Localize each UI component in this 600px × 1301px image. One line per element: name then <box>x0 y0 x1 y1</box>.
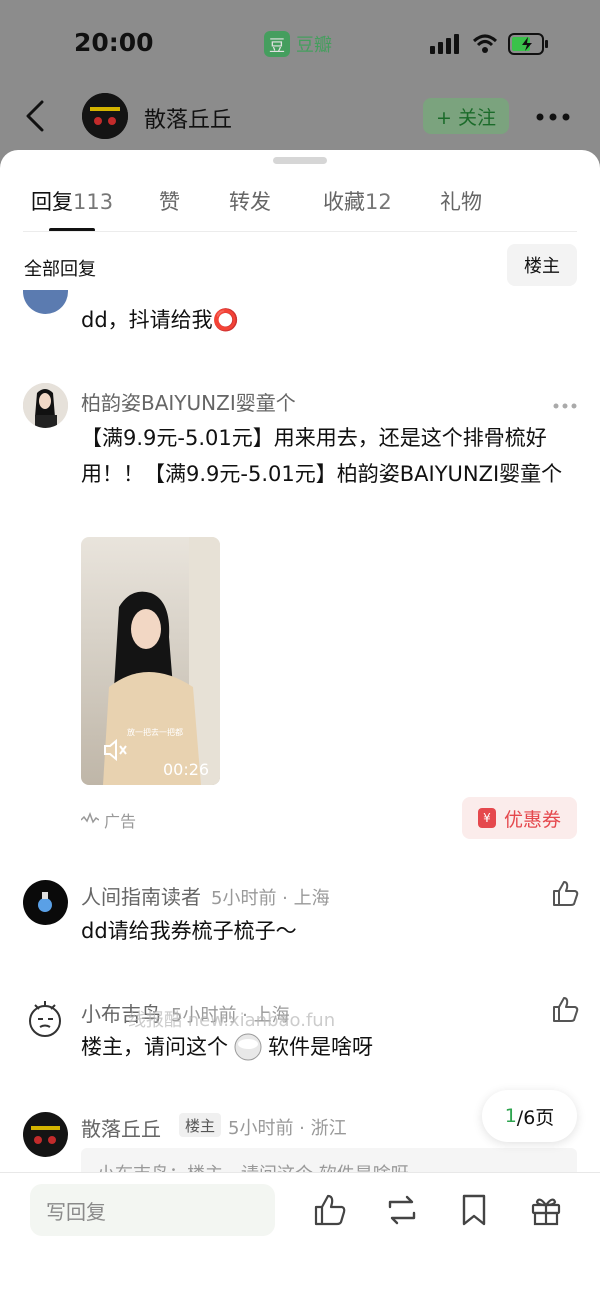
tab-collections-count: 12 <box>365 190 392 214</box>
commenter-name[interactable]: 人间指南读者 <box>81 881 201 910</box>
page-indicator[interactable]: 1/6页 <box>482 1090 577 1142</box>
video-frame <box>103 537 220 785</box>
reply-input[interactable]: 写回复 <box>30 1184 275 1236</box>
avatar[interactable] <box>23 997 68 1042</box>
comment-text: 楼主，请问这个 软件是啥呀 <box>81 1033 373 1061</box>
comment-meta: 5小时前 · 浙江 <box>228 1118 347 1139</box>
tab-likes[interactable]: 赞 <box>159 186 180 216</box>
avatar[interactable] <box>23 383 68 428</box>
coupon-label: 优惠券 <box>503 808 561 831</box>
comment-meta: 5小时前 · 上海 <box>211 888 330 909</box>
tab-gifts[interactable]: 礼物 <box>440 186 482 216</box>
comment-text: 【满9.9元-5.01元】用来用去，还是这个排骨梳好用！！【满9.9元-5.01… <box>81 426 563 486</box>
follow-button[interactable]: + 关注 <box>423 98 509 134</box>
mute-icon[interactable] <box>103 738 129 762</box>
watermark: 线报酷 new.xianbao.fun <box>128 1010 336 1031</box>
app-badge: 豆 豆瓣 <box>264 30 332 58</box>
douban-app-icon: 豆 <box>264 31 290 57</box>
ad-signal-icon <box>81 812 99 824</box>
commenter-name[interactable]: 散落丘丘 <box>81 1113 161 1142</box>
like-icon[interactable] <box>313 1193 347 1227</box>
status-bar: 20:00 豆 豆瓣 <box>0 0 600 90</box>
commenter-name[interactable]: 柏韵姿BAIYUNZI婴童个 <box>81 387 296 416</box>
author-avatar-image <box>82 93 128 139</box>
coupon-button[interactable]: ¥ 优惠券 <box>462 797 577 839</box>
repost-icon[interactable] <box>385 1193 419 1227</box>
tab-reposts[interactable]: 转发 <box>229 186 271 216</box>
ad-label: 广告 <box>104 812 137 831</box>
like-icon[interactable] <box>551 879 579 907</box>
wifi-icon <box>472 34 498 53</box>
bookmark-icon[interactable] <box>457 1193 491 1227</box>
gift-icon[interactable] <box>529 1193 563 1227</box>
more-icon[interactable] <box>536 113 570 121</box>
avatar-image <box>31 1126 60 1144</box>
rice-bowl-emoji-icon <box>234 1033 262 1061</box>
coupon-icon: ¥ <box>477 808 496 828</box>
status-time: 20:00 <box>74 28 154 57</box>
tab-replies[interactable]: 回复113 <box>31 186 113 216</box>
avatar[interactable] <box>23 880 68 925</box>
tab-collections[interactable]: 收藏12 <box>323 186 392 216</box>
sheet-handle[interactable] <box>273 157 327 164</box>
like-icon[interactable] <box>551 995 579 1023</box>
avatar-image <box>38 892 52 912</box>
comment-header: 人间指南读者 5小时前 · 上海 <box>81 881 330 910</box>
video-caption: 放一把去一把都 <box>127 728 183 737</box>
back-icon[interactable] <box>22 98 52 138</box>
ad-video[interactable]: 放一把去一把都 <box>81 537 220 785</box>
video-duration: 00:26 <box>163 760 210 779</box>
current-page: 1 <box>504 1105 517 1127</box>
avatar[interactable] <box>23 1112 68 1157</box>
avatar-image <box>29 1001 61 1037</box>
app-badge-label: 豆瓣 <box>296 35 332 56</box>
comment-text: dd请给我券梳子梳子～ <box>81 919 297 943</box>
battery-icon <box>508 33 548 55</box>
author-avatar[interactable] <box>82 93 128 139</box>
avatar-image <box>23 383 68 428</box>
total-pages: /6页 <box>516 1106 555 1129</box>
comment-text: dd，抖请给我⭕ <box>81 308 239 332</box>
owner-only-button[interactable]: 楼主 <box>507 244 577 286</box>
owner-badge: 楼主 <box>179 1113 222 1137</box>
tabs-divider <box>23 231 577 232</box>
tab-replies-count: 113 <box>73 190 114 214</box>
all-replies-label: 全部回复 <box>24 259 96 280</box>
author-name[interactable]: 散落丘丘 <box>144 102 232 134</box>
more-icon[interactable] <box>553 402 577 410</box>
signal-icon <box>430 34 459 54</box>
